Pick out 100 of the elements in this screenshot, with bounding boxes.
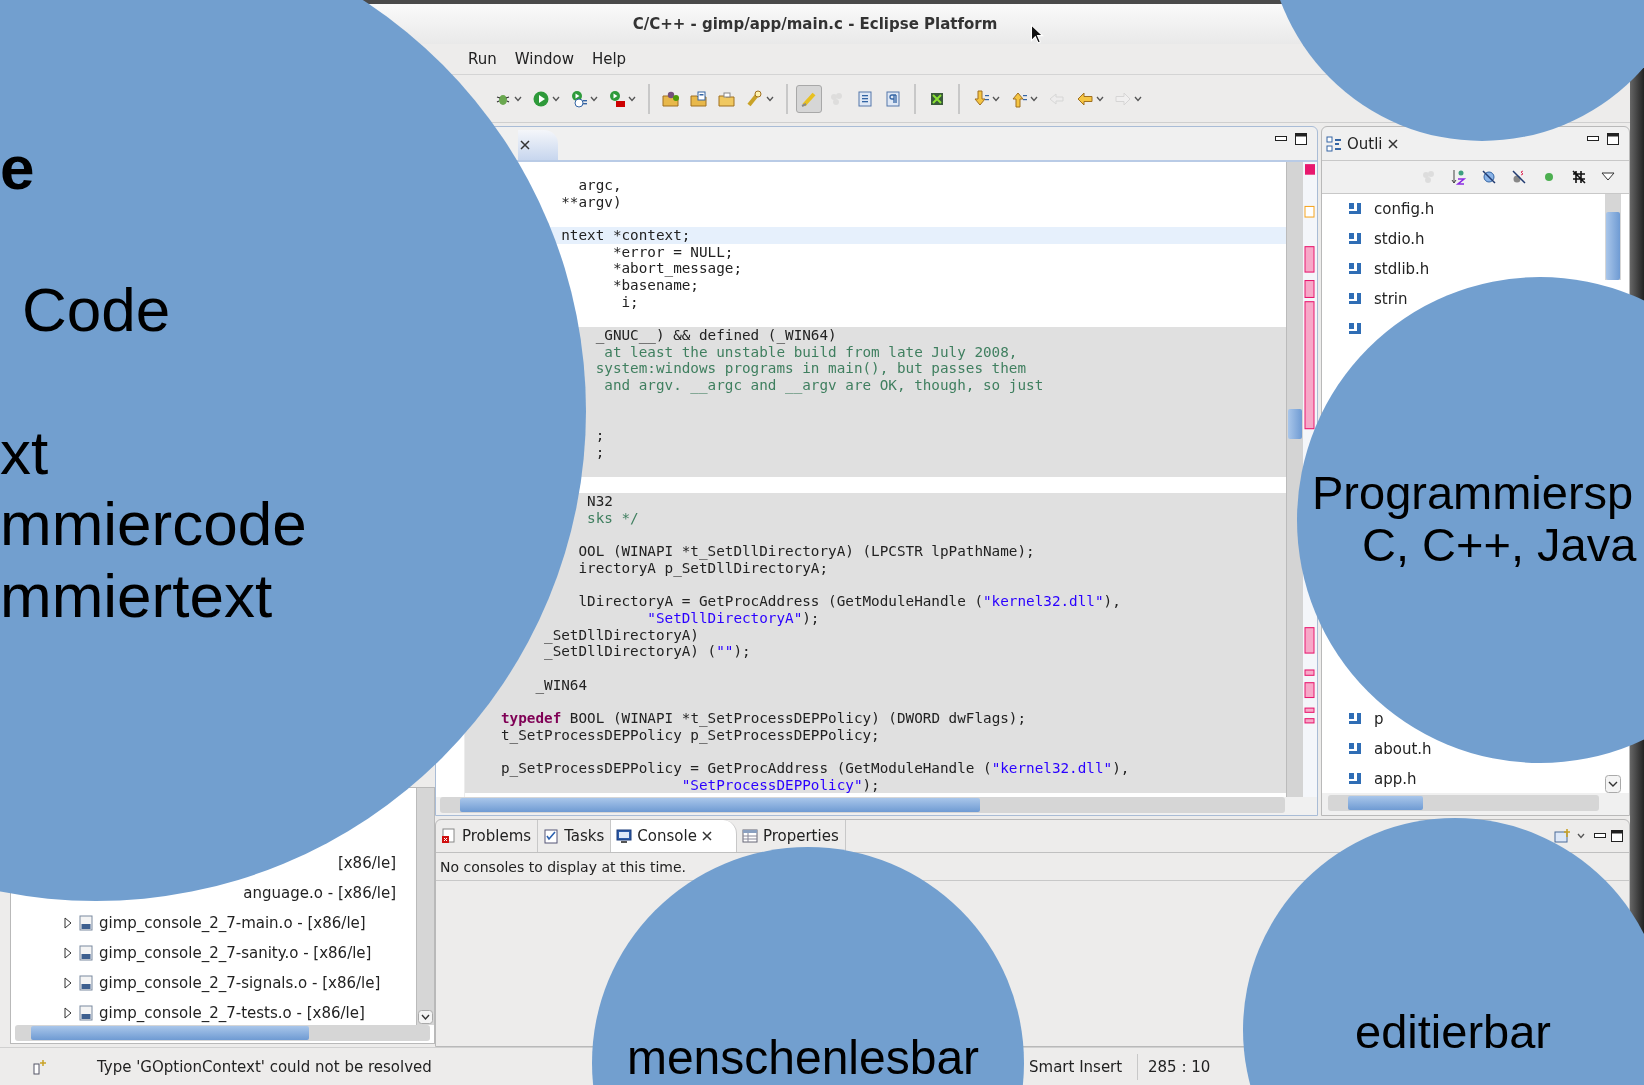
insert-mode: Smart Insert [1029, 1056, 1124, 1078]
tree-item[interactable]: gimp_console_2_7-sanity.o - [x86/le] [99, 944, 372, 962]
code-line: _SetDllDirectoryA) [544, 626, 699, 644]
code-line: typedef BOOL (WINAPI *t_SetProcessDEPPolicy) (DWORD dwFlags); [501, 710, 1027, 727]
horizontal-scrollbar[interactable] [1328, 795, 1599, 811]
panel-tab[interactable]: Console [611, 820, 737, 852]
outline-item[interactable]: config.h [1374, 200, 1435, 218]
hide-static-icon[interactable] [1511, 169, 1527, 185]
overlay-text: mmiertext [0, 560, 273, 632]
include-icon [1348, 262, 1362, 276]
clipboard-icon [543, 828, 560, 844]
folder-icon [718, 89, 736, 108]
include-icon [1348, 292, 1362, 306]
table-icon [741, 828, 758, 844]
cursor-position: 285 : 10 [1137, 1053, 1211, 1080]
tree-item[interactable]: gimp_console_2_7-tests.o - [x86/le] [99, 1004, 365, 1022]
include-icon [1348, 202, 1362, 216]
menu-item[interactable]: Window [506, 48, 582, 70]
code-line: at least the unstable build from late July 2008, [604, 343, 1018, 361]
caret-icon [628, 95, 636, 102]
caret-icon [992, 95, 1000, 102]
include-icon [1348, 712, 1362, 726]
outline-item[interactable]: p [1374, 710, 1384, 728]
scroll-down-icon[interactable] [1605, 775, 1621, 793]
insert-caret-icon [32, 1058, 48, 1075]
code-line: "SetProcessDEPPolicy"); [681, 776, 880, 794]
code-line: **argv) [561, 193, 622, 211]
code-line: lDirectoryA = GetProcAddress (GetModuleHandle ("kernel32.dll"), [578, 593, 1121, 611]
code-line: system:windows programs in main(), but passes them [595, 360, 1027, 377]
include-icon [1348, 772, 1362, 786]
outline-item[interactable]: app.h [1374, 770, 1417, 788]
caret-icon[interactable] [1577, 833, 1585, 839]
code-line: OOL (WINAPI *t_SetDllDirectoryA) (LPCSTR lpPathName); [578, 543, 1035, 561]
console-message: No consoles to display at this time. [440, 858, 686, 875]
close-icon[interactable] [701, 831, 712, 841]
code-line: ; [595, 426, 605, 444]
minimize-icon[interactable] [1594, 833, 1606, 839]
minimize-icon[interactable] [1275, 135, 1287, 142]
tree-item[interactable]: [x86/le] [337, 854, 396, 872]
code-line: *basename; [612, 276, 699, 294]
play-icon [532, 89, 550, 108]
caret-icon [590, 95, 598, 102]
overlay-text: xt [0, 417, 49, 489]
expander-triangle-icon[interactable] [63, 947, 73, 959]
maximize-icon[interactable] [1611, 830, 1623, 842]
code-line: _GNUC__) && defined (_WIN64) [595, 326, 837, 344]
close-icon[interactable] [520, 140, 530, 150]
close-icon[interactable] [1387, 138, 1398, 149]
arrow-down-icon [972, 89, 990, 108]
panel-tab[interactable]: Problems [436, 820, 539, 852]
overlay-text: mmiercode [0, 488, 307, 560]
code-line: N32 [587, 493, 613, 511]
caret-icon [1134, 95, 1142, 102]
vertical-scrollbar[interactable] [1605, 194, 1621, 280]
hide-fields-icon[interactable] [1481, 169, 1497, 185]
horizontal-scrollbar[interactable] [440, 797, 1285, 813]
scroll-down-icon[interactable] [418, 1010, 433, 1024]
overlay-text: menschenlesbar [626, 1030, 980, 1085]
menu-item[interactable]: Help [583, 48, 635, 70]
minimize-icon[interactable] [1587, 135, 1599, 142]
folder-doc-icon [690, 89, 708, 108]
binary-file-icon [79, 945, 93, 961]
code-line: "SetDllDirectoryA"); [647, 610, 820, 627]
status-message: Type 'GOptionContext' could not be resolved [97, 1057, 433, 1076]
monitor-icon [616, 828, 633, 844]
maximize-icon[interactable] [1607, 132, 1619, 145]
expander-triangle-icon[interactable] [63, 1007, 73, 1019]
caret-icon [1096, 95, 1104, 102]
tree-item[interactable]: gimp_console_2_7-signals.o - [x86/le] [99, 974, 381, 992]
vertical-scrollbar[interactable] [1286, 162, 1303, 797]
sort-icon[interactable] [1451, 169, 1467, 185]
hash-icon[interactable] [1571, 169, 1587, 185]
code-line: sks */ [587, 510, 639, 527]
expander-triangle-icon[interactable] [63, 977, 73, 989]
overlay-heading: e [0, 132, 35, 204]
vertical-scrollbar[interactable] [416, 788, 434, 1025]
document-icon [856, 89, 874, 108]
code-line: *abort_message; [612, 260, 742, 277]
outline-item[interactable]: stdlib.h [1374, 260, 1430, 278]
view-menu-icon[interactable] [1601, 172, 1615, 182]
overlay-text: Programmiersp [1312, 465, 1634, 521]
code-line: irectoryA p_SetDllDirectoryA; [578, 560, 829, 577]
binary-file-icon [79, 975, 93, 991]
maximize-icon[interactable] [1295, 132, 1307, 145]
outline-item[interactable]: stdio.h [1374, 230, 1425, 248]
menu-item[interactable]: Run [460, 48, 505, 70]
window-title: C/C++ - gimp/app/main.c - Eclipse Platform [632, 15, 998, 33]
horizontal-scrollbar[interactable] [15, 1025, 430, 1041]
code-line: i; [621, 293, 639, 311]
caret-icon [552, 95, 560, 102]
overlay-text: Code [22, 274, 171, 346]
outline-item[interactable]: strin [1374, 290, 1408, 308]
tree-item[interactable]: gimp_console_2_7-main.o - [x86/le] [99, 914, 366, 932]
code-line: _WIN64 [535, 676, 588, 694]
outline-tab[interactable]: Outli [1326, 133, 1398, 154]
tree-item[interactable]: anguage.o - [x86/le] [243, 884, 396, 902]
outline-item[interactable]: about.h [1374, 740, 1432, 758]
expander-triangle-icon[interactable] [63, 917, 73, 929]
code-line: p_SetProcessDEPPolicy = GetProcAddress (GetModuleHandle ("kernel32.dll"), [501, 759, 1130, 777]
outline-icon [1326, 135, 1342, 152]
